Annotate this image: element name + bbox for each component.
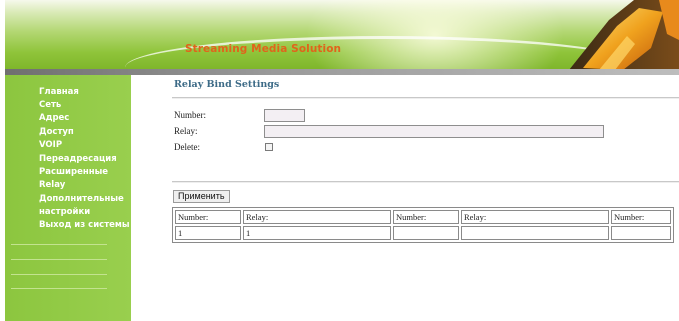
header-banner: Streaming Media Solution [5, 0, 679, 70]
page-title: Relay Bind Settings [174, 79, 280, 90]
relay-bind-table: Number: Relay: Number: Relay: Number: 1 … [172, 207, 674, 243]
title-divider [172, 97, 679, 99]
sidebar-divider [11, 259, 107, 260]
table-header-cell: Relay: [243, 210, 391, 224]
number-input[interactable] [264, 109, 305, 122]
delete-label: Delete: [174, 142, 200, 152]
nav-item-address[interactable]: Адрес [39, 113, 69, 123]
table-cell: 1 [243, 226, 391, 240]
nav-item-relay[interactable]: Relay [39, 180, 65, 190]
table-header-cell: Number: [175, 210, 241, 224]
nav-item-voip[interactable]: VOIP [39, 140, 62, 150]
nav-item-network[interactable]: Сеть [39, 100, 61, 110]
table-cell: 1 [175, 226, 241, 240]
table-header-cell: Number: [611, 210, 671, 224]
relay-label: Relay: [174, 126, 198, 136]
table-row: 1 1 [175, 226, 671, 240]
apply-button[interactable]: Применить [173, 190, 230, 203]
table-header-cell: Number: [393, 210, 459, 224]
number-label: Number: [174, 110, 206, 120]
nav-item-extra-settings-line2[interactable]: настройки [39, 207, 90, 217]
banner-title: Streaming Media Solution [185, 43, 342, 55]
nav-item-logout[interactable]: Выход из системы [39, 220, 130, 230]
nav-item-extra-settings[interactable]: Дополнительные [39, 194, 124, 204]
delete-checkbox[interactable] [265, 143, 273, 151]
nav-item-home[interactable]: Главная [39, 87, 79, 97]
table-cell [393, 226, 459, 240]
table-header-row: Number: Relay: Number: Relay: Number: [175, 210, 671, 224]
nav-item-advanced[interactable]: Расширенные [39, 167, 108, 177]
sidebar-divider [11, 288, 107, 289]
form-divider [172, 181, 679, 183]
sidebar: Главная Сеть Адрес Доступ VOIP Переадрес… [5, 75, 131, 321]
sidebar-divider [11, 274, 107, 275]
sidebar-divider [11, 244, 107, 245]
relay-input[interactable] [264, 125, 604, 138]
sunglasses-graphic [569, 0, 679, 70]
nav-item-access[interactable]: Доступ [39, 127, 74, 137]
table-header-cell: Relay: [461, 210, 609, 224]
table-cell [611, 226, 671, 240]
nav-item-forwarding[interactable]: Переадресация [39, 154, 117, 164]
table-cell [461, 226, 609, 240]
